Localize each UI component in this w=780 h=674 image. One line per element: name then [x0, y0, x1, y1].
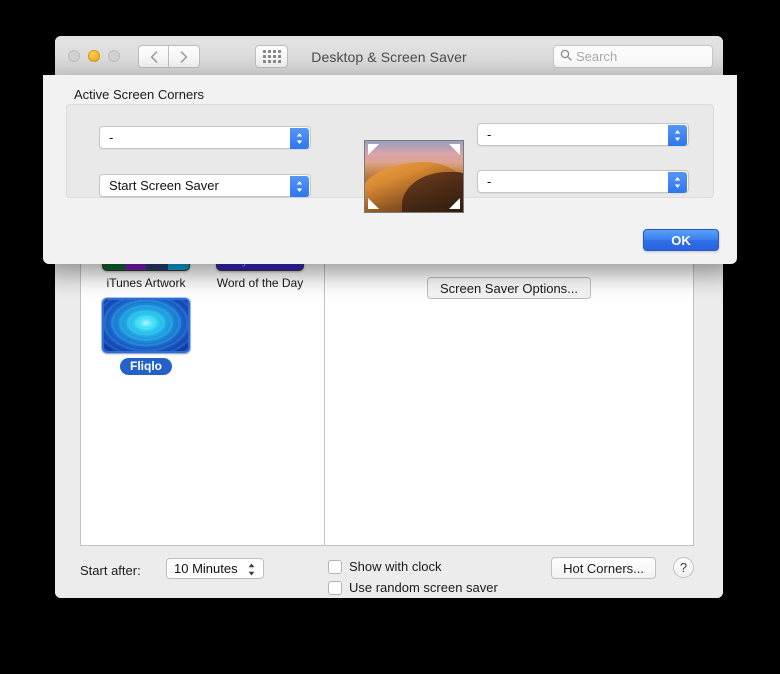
hot-corner-popup-top-right[interactable]: - — [477, 123, 689, 146]
window-titlebar: Desktop & Screen Saver Search — [55, 36, 723, 79]
search-field[interactable]: Search — [553, 45, 713, 68]
show-with-clock-checkbox[interactable] — [328, 560, 342, 574]
corner-marker-top-right-icon — [449, 144, 460, 155]
help-button[interactable]: ? — [673, 557, 694, 578]
hot-corner-popup-bottom-right[interactable]: - — [477, 170, 689, 193]
screen-saver-label: Word of the Day — [217, 276, 303, 290]
corner-marker-bottom-right-icon — [449, 198, 460, 209]
show-with-clock-row[interactable]: Show with clock — [328, 559, 441, 574]
chevron-updown-icon — [290, 176, 309, 197]
screen-saver-label: iTunes Artwork — [107, 276, 186, 290]
start-after-stepper[interactable]: 10 Minutes — [166, 558, 264, 579]
ok-button[interactable]: OK — [643, 229, 719, 251]
start-after-value: 10 Minutes — [174, 561, 238, 576]
screen-saver-options-button[interactable]: Screen Saver Options... — [427, 277, 591, 299]
use-random-screen-saver-checkbox[interactable] — [328, 581, 342, 595]
start-after-label: Start after: — [80, 563, 141, 578]
chevron-updown-icon — [668, 125, 687, 146]
hot-corners-sheet: Active Screen Corners - Start Screen Sav… — [43, 75, 737, 264]
show-with-clock-label: Show with clock — [349, 559, 441, 574]
hot-corners-button[interactable]: Hot Corners... — [551, 557, 656, 579]
screen-saver-item-fliqlo[interactable]: Fliqlo — [89, 298, 203, 375]
use-random-screen-saver-row[interactable]: Use random screen saver — [328, 580, 498, 595]
hot-corner-bottom-right-value: - — [487, 174, 491, 189]
use-random-screen-saver-label: Use random screen saver — [349, 580, 498, 595]
hot-corner-top-right-value: - — [487, 127, 491, 142]
sheet-title: Active Screen Corners — [74, 87, 204, 102]
hot-corner-popup-bottom-left[interactable]: Start Screen Saver — [99, 174, 311, 197]
screen-saver-label-selected: Fliqlo — [120, 358, 172, 375]
active-screen-corners-group: - Start Screen Saver - - — [66, 104, 714, 198]
hot-corner-popup-top-left[interactable]: - — [99, 126, 311, 149]
search-placeholder: Search — [576, 49, 617, 64]
screen-root: Desktop & Screen Saver Search Flurry — [0, 0, 780, 674]
hot-corner-bottom-left-value: Start Screen Saver — [109, 178, 219, 193]
search-icon — [560, 48, 572, 66]
desktop-preview-thumbnail — [364, 140, 464, 213]
fliqlo-thumbnail-icon — [102, 298, 190, 353]
chevron-updown-icon — [290, 128, 309, 149]
chevron-updown-icon — [247, 562, 256, 580]
corner-marker-top-left-icon — [368, 144, 379, 155]
chevron-updown-icon — [668, 172, 687, 193]
hot-corner-top-left-value: - — [109, 130, 113, 145]
bottom-controls: Start after: 10 Minutes Show with clock … — [80, 557, 694, 598]
corner-marker-bottom-left-icon — [368, 198, 379, 209]
